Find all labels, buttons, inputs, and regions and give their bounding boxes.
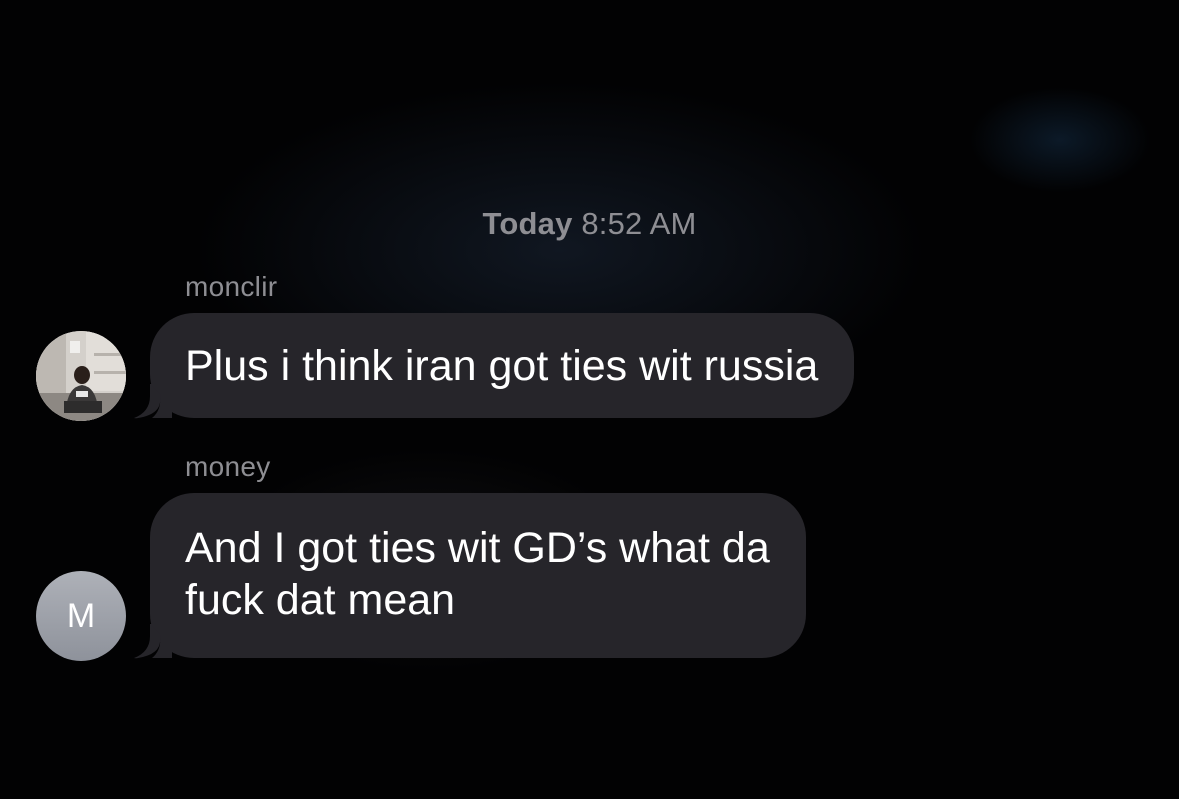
message-bubble[interactable]: Plus i think iran got ties wit russia <box>150 313 855 418</box>
sender-name: monclir <box>185 271 278 302</box>
avatar-photo-icon <box>36 331 126 421</box>
message-text-line: And I got ties wit GD’s what da <box>185 524 770 572</box>
sender-name: money <box>185 451 271 482</box>
bubble-tail-icon <box>134 384 172 419</box>
message-text-line: fuck dat mean <box>185 576 456 624</box>
timestamp-day: Today <box>482 206 573 241</box>
timestamp-time: 8:52 AM <box>581 206 697 241</box>
contact-avatar[interactable]: M <box>36 571 126 661</box>
message-text: Plus i think iran got ties wit russia <box>185 342 819 390</box>
bubble-tail-icon <box>134 624 172 659</box>
messages-screen: { "thread": { "timestamp_day": "Today", … <box>0 0 1179 799</box>
thread-timestamp: Today 8:52 AM <box>0 206 1179 242</box>
contact-avatar[interactable] <box>36 331 126 421</box>
message-bubble[interactable]: And I got ties wit GD’s what da fuck dat… <box>150 493 806 658</box>
